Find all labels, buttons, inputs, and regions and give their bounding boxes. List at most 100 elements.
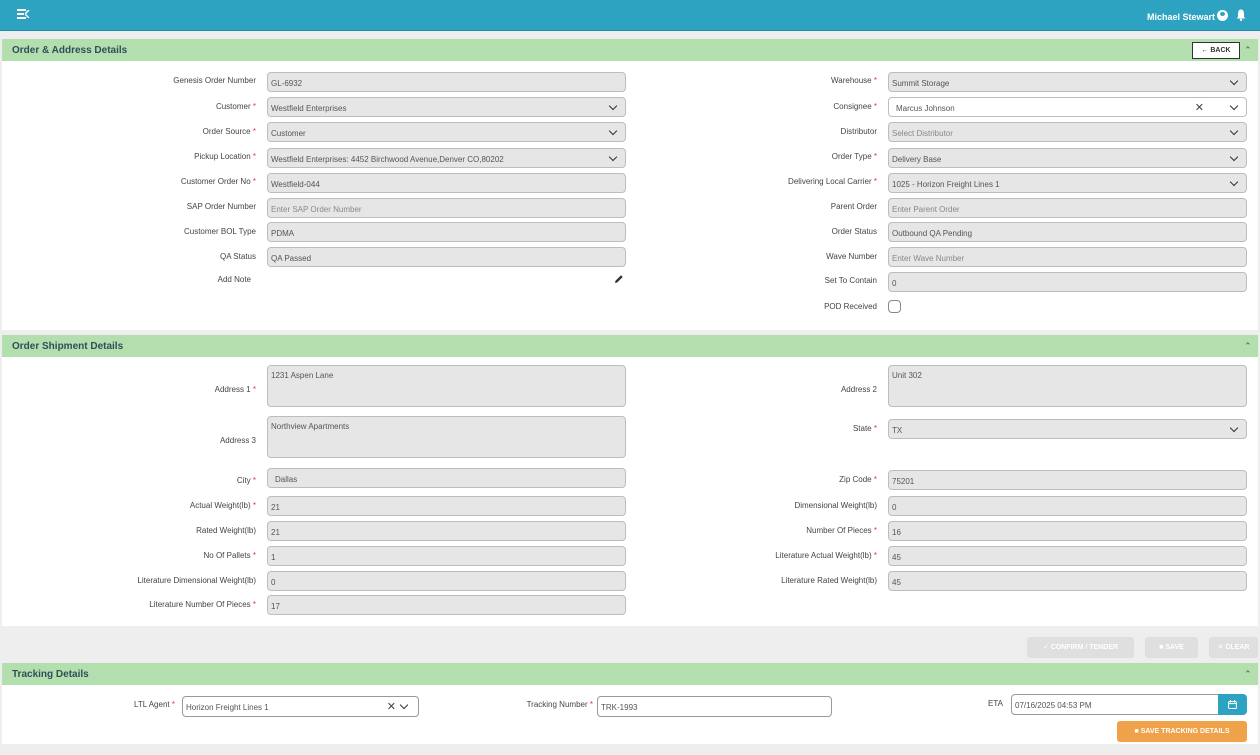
literature-actual-weight-label: Literature Actual Weight(lb) * bbox=[775, 551, 877, 560]
menu-collapse-icon[interactable] bbox=[17, 9, 30, 19]
chevron-down-icon bbox=[1229, 126, 1239, 136]
wave-number-input[interactable]: Enter Wave Number bbox=[888, 247, 1247, 267]
customer-bol-type-field[interactable]: PDMA bbox=[267, 222, 626, 242]
actual-weight-label: Actual Weight(lb) * bbox=[189, 501, 256, 510]
pod-received-label: POD Received bbox=[824, 302, 877, 311]
literature-number-of-pieces-field[interactable]: 17 bbox=[267, 595, 626, 615]
consignee-label: Consignee * bbox=[833, 102, 877, 111]
address1-textarea[interactable]: 1231 Aspen Lane bbox=[267, 365, 626, 407]
shipment-header: Order Shipment Details ⌃ bbox=[2, 335, 1258, 357]
chevron-down-icon bbox=[608, 126, 618, 136]
address3-label: Address 3 bbox=[219, 436, 256, 445]
rated-weight-field[interactable]: 21 bbox=[267, 521, 626, 541]
chevron-down-icon bbox=[1229, 76, 1239, 86]
section-title: Order & Address Details bbox=[12, 45, 128, 56]
customer-bol-type-label: Customer BOL Type bbox=[183, 227, 256, 236]
order-source-label: Order Source * bbox=[202, 127, 256, 136]
literature-dimensional-weight-field[interactable]: 0 bbox=[267, 571, 626, 591]
rated-weight-label: Rated Weight(lb) bbox=[196, 526, 256, 535]
set-to-contain-field[interactable]: 0 bbox=[888, 272, 1247, 292]
wave-number-label: Wave Number bbox=[826, 252, 877, 261]
no-of-pallets-label: No Of Pallets * bbox=[203, 551, 257, 560]
section-title: Tracking Details bbox=[12, 669, 89, 680]
clear-button[interactable]: ✕ CLEAR bbox=[1209, 637, 1258, 658]
address1-label: Address 1 * bbox=[214, 385, 256, 394]
zip-code-field[interactable]: 75201 bbox=[888, 470, 1247, 490]
warehouse-label: Warehouse * bbox=[831, 76, 877, 85]
order-status-field[interactable]: Outbound QA Pending bbox=[888, 222, 1247, 242]
edit-pencil-icon[interactable] bbox=[614, 274, 624, 284]
ltl-agent-label: LTL Agent * bbox=[134, 700, 175, 709]
add-note-label: Add Note bbox=[217, 275, 251, 284]
sap-order-number-label: SAP Order Number bbox=[186, 202, 256, 211]
tracking-header: Tracking Details ⌃ bbox=[2, 663, 1258, 685]
genesis-order-number-label: Genesis Order Number bbox=[173, 76, 256, 85]
literature-dimensional-weight-label: Literature Dimensional Weight(lb) bbox=[137, 576, 256, 585]
chevron-down-icon bbox=[1229, 101, 1239, 111]
bell-icon[interactable] bbox=[1236, 9, 1246, 21]
pod-received-checkbox[interactable] bbox=[888, 300, 901, 313]
pickup-location-label: Pickup Location * bbox=[194, 152, 256, 161]
customer-select[interactable]: Westfield Enterprises bbox=[267, 97, 626, 117]
eta-input[interactable]: 07/16/2025 04:53 PM bbox=[1011, 694, 1220, 715]
chevron-down-icon bbox=[399, 700, 409, 710]
order-type-select[interactable]: Delivery Base bbox=[888, 148, 1247, 168]
qa-status-field[interactable]: QA Passed bbox=[267, 247, 626, 267]
delivering-local-carrier-select[interactable]: 1025 - Horizon Freight Lines 1 bbox=[888, 173, 1247, 193]
calendar-icon bbox=[1228, 700, 1237, 709]
tracking-number-label: Tracking Number * bbox=[526, 700, 593, 709]
parent-order-label: Parent Order bbox=[830, 202, 877, 211]
address2-label: Address 2 bbox=[840, 385, 877, 394]
collapse-chevron-icon[interactable]: ⌃ bbox=[1244, 669, 1252, 679]
parent-order-input[interactable]: Enter Parent Order bbox=[888, 198, 1247, 218]
dimensional-weight-label: Dimensional Weight(lb) bbox=[794, 501, 877, 510]
chevron-down-icon bbox=[608, 101, 618, 111]
section-title: Order Shipment Details bbox=[12, 341, 124, 352]
collapse-chevron-icon[interactable]: ⌃ bbox=[1244, 341, 1252, 351]
city-field[interactable]: Dallas bbox=[267, 468, 626, 488]
address2-textarea[interactable]: Unit 302 bbox=[888, 365, 1247, 407]
clear-x-icon[interactable]: ✕ bbox=[1195, 101, 1204, 114]
qa-status-label: QA Status bbox=[219, 252, 256, 261]
dimensional-weight-field[interactable]: 0 bbox=[888, 496, 1247, 516]
no-of-pallets-field[interactable]: 1 bbox=[267, 546, 626, 566]
literature-rated-weight-field[interactable]: 45 bbox=[888, 571, 1247, 591]
top-bar: Michael Stewart bbox=[0, 0, 1260, 31]
clear-x-icon[interactable]: ✕ bbox=[387, 700, 396, 713]
save-tracking-details-button[interactable]: ■ SAVE TRACKING DETAILS bbox=[1117, 721, 1247, 742]
collapse-chevron-icon[interactable]: ⌃ bbox=[1244, 45, 1252, 55]
calendar-button[interactable] bbox=[1218, 694, 1247, 715]
pickup-location-select[interactable]: Westfield Enterprises: 4452 Birchwood Av… bbox=[267, 148, 626, 168]
distributor-select[interactable]: Select Distributor bbox=[888, 122, 1247, 142]
distributor-label: Distributor bbox=[840, 127, 877, 136]
order-address-header: Order & Address Details ← BACK ⌃ bbox=[2, 39, 1258, 61]
address3-textarea[interactable]: Northview Apartments bbox=[267, 416, 626, 458]
set-to-contain-label: Set To Contain bbox=[824, 276, 877, 285]
order-status-label: Order Status bbox=[831, 227, 877, 236]
actual-weight-field[interactable]: 21 bbox=[267, 496, 626, 516]
save-button[interactable]: ■ SAVE bbox=[1145, 637, 1198, 658]
tracking-number-input[interactable]: TRK-1993 bbox=[597, 696, 832, 717]
literature-number-of-pieces-label: Literature Number Of Pieces * bbox=[149, 600, 256, 609]
chevron-down-icon bbox=[608, 152, 618, 162]
number-of-pieces-field[interactable]: 16 bbox=[888, 521, 1247, 541]
city-label: City * bbox=[236, 476, 256, 485]
user-account-icon[interactable] bbox=[1217, 10, 1228, 21]
state-select[interactable]: TX bbox=[888, 419, 1247, 439]
customer-order-no-field[interactable]: Westfield-044 bbox=[267, 173, 626, 193]
warehouse-select[interactable]: Summit Storage bbox=[888, 72, 1247, 92]
customer-label: Customer * bbox=[215, 102, 256, 111]
consignee-select[interactable]: Marcus Johnson ✕ bbox=[888, 97, 1247, 117]
sap-order-number-input[interactable]: Enter SAP Order Number bbox=[267, 198, 626, 218]
state-label: State * bbox=[852, 424, 877, 433]
literature-rated-weight-label: Literature Rated Weight(lb) bbox=[781, 576, 877, 585]
confirm-tender-button[interactable]: ✓ CONFIRM / TENDER bbox=[1027, 637, 1134, 658]
literature-actual-weight-field[interactable]: 45 bbox=[888, 546, 1247, 566]
eta-label: ETA bbox=[988, 699, 1003, 708]
ltl-agent-select[interactable]: Horizon Freight Lines 1 ✕ bbox=[182, 696, 419, 717]
genesis-order-number-field[interactable]: GL-6932 bbox=[267, 72, 626, 92]
order-source-select[interactable]: Customer bbox=[267, 122, 626, 142]
user-name[interactable]: Michael Stewart bbox=[1147, 12, 1215, 22]
back-button[interactable]: ← BACK bbox=[1192, 42, 1240, 59]
chevron-down-icon bbox=[1229, 177, 1239, 187]
